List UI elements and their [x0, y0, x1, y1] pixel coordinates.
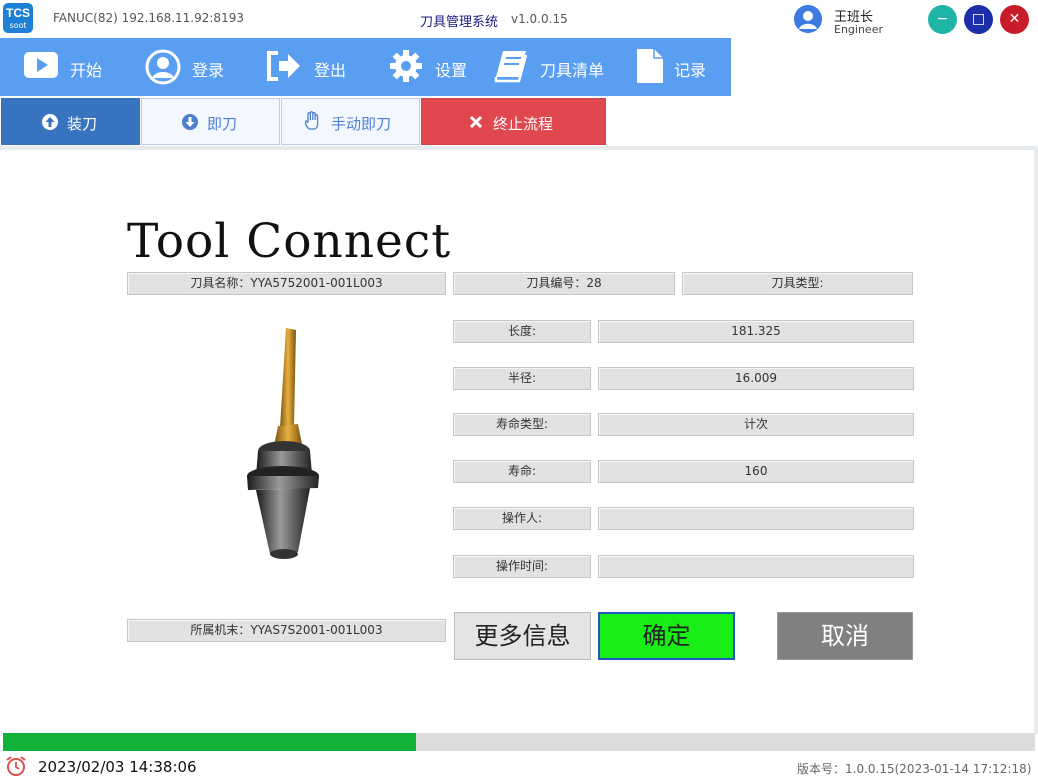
alarm-clock-icon: [6, 756, 26, 776]
toolbar-divider: [0, 146, 1038, 150]
tool-image: [247, 328, 319, 559]
confirm-button[interactable]: 确定: [598, 612, 735, 660]
nav-start-label: 开始: [70, 61, 103, 80]
nav-records-label: 记录: [674, 61, 707, 80]
status-datetime: 2023/02/03 14:38:06: [38, 758, 197, 776]
detail-label: 半径:: [453, 367, 591, 390]
logo-subtext: soot: [9, 21, 27, 30]
detail-value: 计次: [598, 413, 914, 436]
user-icon: [145, 49, 181, 85]
more-info-button[interactable]: 更多信息: [454, 612, 591, 660]
action-toolbar: 装刀 即刀 手动即刀 终止流程: [0, 96, 1038, 146]
app-title: 刀具管理系统: [420, 15, 499, 30]
connection-info: FANUC(82) 192.168.11.92:8193: [53, 11, 244, 25]
detail-label: 寿命类型:: [453, 413, 591, 436]
logo-text: TCS: [6, 6, 30, 20]
nav-tool-list-label: 刀具清单: [540, 61, 605, 80]
maximize-button[interactable]: □: [964, 5, 993, 34]
user-avatar-icon[interactable]: [794, 5, 822, 33]
title-bar: TCS soot FANUC(82) 192.168.11.92:8193 刀具…: [0, 0, 1038, 38]
nav-tool-list[interactable]: 刀具清单: [493, 38, 613, 96]
detail-value: 16.009: [598, 367, 914, 390]
detail-label: 长度:: [453, 320, 591, 343]
stop-process-button[interactable]: 终止流程: [421, 98, 606, 145]
arrow-down-icon: [182, 114, 198, 130]
nav-logout[interactable]: 登出: [266, 38, 376, 96]
gear-icon: [390, 50, 422, 82]
load-tool-button[interactable]: 装刀: [1, 98, 140, 145]
nav-settings-label: 设置: [435, 61, 468, 80]
nav-login-label: 登录: [192, 61, 225, 80]
logout-icon: [267, 51, 300, 81]
x-icon: [469, 115, 483, 129]
book-icon: [494, 51, 528, 83]
status-bar: 2023/02/03 14:38:06 版本号：1.0.0.15(2023-01…: [0, 753, 1038, 780]
app-logo: TCS soot: [3, 3, 33, 33]
manual-unload-button[interactable]: 手动即刀: [281, 98, 420, 145]
content-border: [1034, 150, 1038, 734]
detail-value: 181.325: [598, 320, 914, 343]
load-tool-label: 装刀: [67, 115, 98, 133]
nav-settings[interactable]: 设置: [388, 38, 498, 96]
detail-value: [598, 507, 914, 530]
tool-name-field: 刀具名称：YYA5752001-001L003: [127, 272, 446, 295]
build-info: 版本号：1.0.0.15(2023-01-14 17:12:18): [797, 762, 1032, 776]
nav-start[interactable]: 开始: [20, 38, 130, 96]
play-icon: [24, 52, 58, 78]
unload-tool-button[interactable]: 即刀: [141, 98, 280, 145]
stop-process-label: 终止流程: [493, 115, 554, 133]
app-version: v1.0.0.15: [511, 12, 568, 26]
cancel-button[interactable]: 取消: [777, 612, 913, 660]
detail-value: 160: [598, 460, 914, 483]
nav-logout-label: 登出: [314, 61, 347, 80]
nav-records[interactable]: 记录: [634, 38, 724, 96]
unload-tool-label: 即刀: [207, 115, 238, 133]
arrow-up-icon: [42, 114, 58, 130]
progress-bar: [3, 733, 1035, 751]
detail-label: 操作人:: [453, 507, 591, 530]
manual-unload-label: 手动即刀: [331, 115, 392, 133]
tool-number-field: 刀具编号：28: [453, 272, 675, 295]
minimize-button[interactable]: −: [928, 5, 957, 34]
detail-label: 寿命:: [453, 460, 591, 483]
user-role: Engineer: [834, 23, 883, 36]
detail-value: [598, 555, 914, 578]
page-title: Tool Connect: [127, 214, 452, 269]
progress-fill: [3, 733, 416, 751]
tool-type-field: 刀具类型:: [682, 272, 913, 295]
close-button[interactable]: ✕: [1000, 5, 1029, 34]
hand-icon: [304, 111, 319, 130]
nav-login[interactable]: 登录: [143, 38, 253, 96]
owner-machine-field: 所属机末：YYAS7S2001-001L003: [127, 619, 446, 642]
detail-label: 操作时间:: [453, 555, 591, 578]
main-nav: 开始 登录 登出 设置 刀具清单 记录: [0, 38, 731, 96]
document-icon: [637, 49, 663, 83]
